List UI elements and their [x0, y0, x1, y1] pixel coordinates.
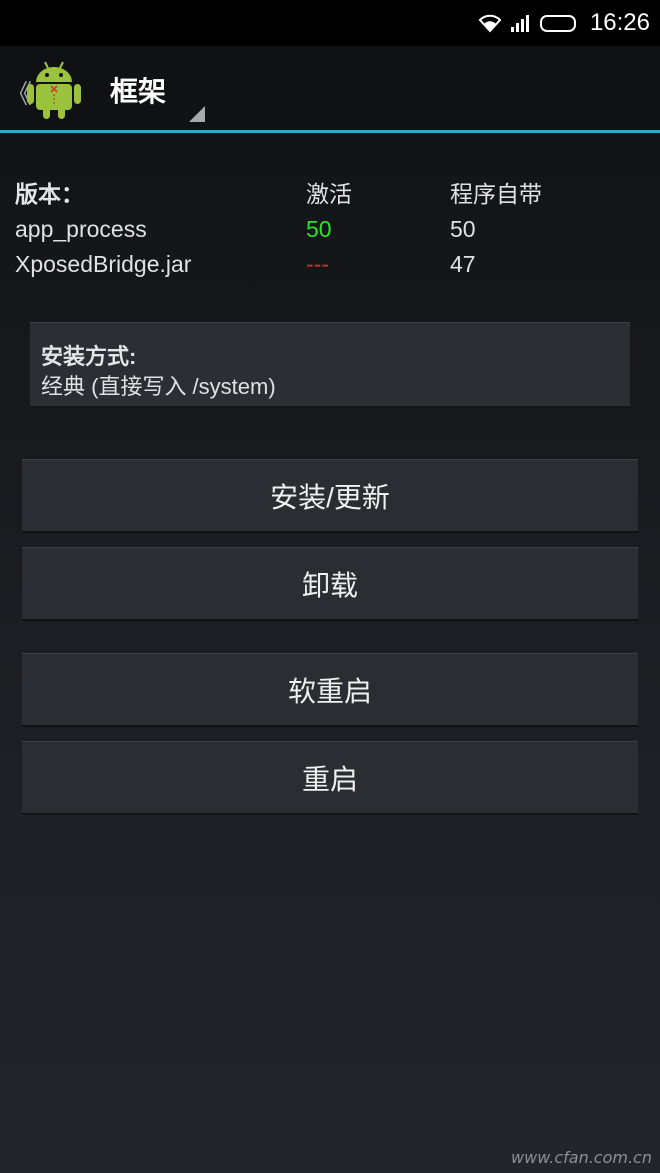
active-version: --- — [306, 251, 329, 277]
signal-icon — [510, 15, 529, 32]
install-update-button[interactable]: 安装/更新 — [22, 459, 638, 533]
table-row: app_process 50 50 — [0, 213, 660, 245]
spinner-indicator-icon[interactable] — [189, 106, 205, 122]
component-name: XposedBridge.jar — [15, 251, 192, 277]
action-bar — [0, 46, 660, 130]
bundled-column-header: 程序自带 — [450, 181, 542, 207]
table-row: XposedBridge.jar --- 47 — [0, 248, 660, 280]
install-method-value: 经典 (直接写入 /system) — [41, 374, 276, 399]
install-method-label: 安装方式: — [41, 344, 137, 369]
soft-reboot-button[interactable]: 软重启 — [22, 653, 638, 727]
status-icons: 16:26 — [478, 8, 650, 38]
watermark: www.cfan.com.cn — [511, 1148, 652, 1167]
status-bar: 16:26 — [0, 0, 660, 46]
wifi-icon — [478, 14, 502, 33]
bundled-version: 47 — [450, 251, 476, 277]
component-name: app_process — [15, 216, 147, 242]
page-title[interactable]: 框架 — [110, 70, 166, 110]
active-column-header: 激活 — [306, 181, 352, 207]
bundled-version: 50 — [450, 216, 476, 242]
android-robot-icon[interactable] — [26, 58, 82, 120]
install-method-card[interactable]: 安装方式: 经典 (直接写入 /system) — [30, 322, 630, 408]
version-label: 版本： — [15, 181, 84, 207]
version-header-row: 版本： 激活 程序自带 — [0, 178, 660, 210]
uninstall-button[interactable]: 卸载 — [22, 547, 638, 621]
reboot-button[interactable]: 重启 — [22, 741, 638, 815]
action-bar-divider — [0, 130, 660, 133]
status-time: 16:26 — [589, 9, 650, 36]
battery-icon — [539, 14, 576, 32]
active-version: 50 — [306, 216, 332, 242]
